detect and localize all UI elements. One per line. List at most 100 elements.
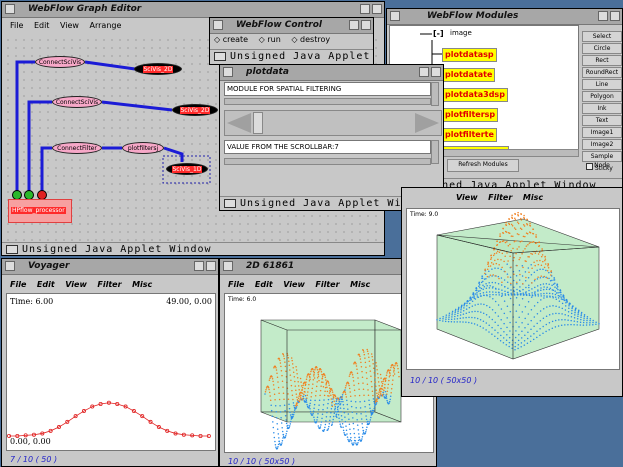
surface-point xyxy=(368,399,370,402)
surface-point xyxy=(570,323,572,326)
surface-point xyxy=(344,434,347,436)
surface-point xyxy=(513,256,515,259)
menu-misc[interactable]: Misc xyxy=(523,193,543,202)
node-scivis-2d-a[interactable]: SciVis_2D xyxy=(134,63,182,75)
node-scivis-1d[interactable]: SciVis_1D xyxy=(166,163,208,175)
scroll-right-arrow-icon[interactable] xyxy=(415,113,439,133)
window-menu-icon[interactable] xyxy=(213,20,223,30)
menu-arrange[interactable]: Arrange xyxy=(90,21,122,30)
window-menu-icon[interactable] xyxy=(223,261,233,271)
surface-point xyxy=(469,299,471,302)
tool-select[interactable]: Select xyxy=(582,31,622,42)
module-plotdatasp[interactable]: plotdatasp xyxy=(442,48,497,62)
tool-line[interactable]: Line xyxy=(582,79,622,90)
module-plotfiltersp[interactable]: plotfiltersp xyxy=(442,108,499,122)
value-scrollbar[interactable] xyxy=(224,110,442,136)
menu-filter[interactable]: Filter xyxy=(488,193,512,202)
value-field[interactable]: VALUE FROM THE SCROLLBAR:7 xyxy=(224,140,431,154)
surface-point xyxy=(481,277,483,279)
menu-misc[interactable]: Misc xyxy=(132,280,152,289)
node-scivis-2d-b[interactable]: SciVis_2D xyxy=(172,104,218,116)
radio-create[interactable]: ◇ create xyxy=(214,35,248,44)
surface-point xyxy=(336,411,338,413)
minimize-icon[interactable] xyxy=(360,4,370,14)
surface-point xyxy=(478,285,480,288)
window-menu-icon[interactable] xyxy=(390,11,400,21)
maximize-icon[interactable] xyxy=(361,20,371,30)
menu-view[interactable]: View xyxy=(456,193,478,202)
tool-rect[interactable]: Rect xyxy=(582,55,622,66)
surface-point xyxy=(463,305,465,307)
maximize-icon[interactable] xyxy=(372,4,382,14)
description-hscroll[interactable] xyxy=(224,98,431,105)
menu-file[interactable]: File xyxy=(228,280,244,289)
surface-point xyxy=(270,409,273,412)
tool-image2[interactable]: Image2 xyxy=(582,139,622,150)
tree-toggle[interactable]: [-] xyxy=(433,29,444,38)
tool-ink[interactable]: Ink xyxy=(582,103,622,114)
voyager-plot-area[interactable]: Time: 6.00 49.00, 0.00 0.00, 0.00 xyxy=(6,293,216,451)
menu-view[interactable]: View xyxy=(283,280,305,289)
surface-point xyxy=(497,267,499,270)
voyager-titlebar[interactable]: Voyager xyxy=(2,259,218,275)
node-connect-filter[interactable]: ConnectFilter xyxy=(52,142,102,154)
radio-run[interactable]: ◇ run xyxy=(259,35,281,44)
module-plotdatate[interactable]: plotdatate xyxy=(442,68,496,82)
graph-editor-titlebar[interactable]: WebFlow Graph Editor xyxy=(2,2,384,18)
surface-point xyxy=(545,315,548,318)
surface-point xyxy=(525,293,528,296)
node-connect-scivis-2[interactable]: ConnectSciVis xyxy=(52,96,102,108)
tool-polygon[interactable]: Polygon xyxy=(582,91,622,102)
surface-point xyxy=(364,361,367,364)
menu-filter[interactable]: Filter xyxy=(315,280,339,289)
maximize-icon[interactable] xyxy=(431,67,441,77)
menu-edit[interactable]: Edit xyxy=(34,21,50,30)
minimize-icon[interactable] xyxy=(194,261,204,271)
menu-file[interactable]: File xyxy=(10,280,26,289)
window-menu-icon[interactable] xyxy=(5,4,15,14)
tree-root-label[interactable]: image xyxy=(450,29,472,37)
scroll-left-arrow-icon[interactable] xyxy=(227,113,251,133)
module-plotdata3dsp[interactable]: plotdata3dsp xyxy=(442,88,508,102)
menu-view[interactable]: View xyxy=(65,280,87,289)
node-plotfiltersj[interactable]: plotfiltersj xyxy=(122,142,164,154)
plotdata-titlebar[interactable]: plotdata xyxy=(220,65,443,81)
surface-point xyxy=(518,246,520,248)
maximize-icon[interactable] xyxy=(206,261,216,271)
tool-sample-node[interactable]: Sample Node xyxy=(582,151,622,169)
surface-point xyxy=(528,256,530,258)
node-connect-scivis-1[interactable]: ConnectSciVis xyxy=(35,56,85,68)
tool-image1[interactable]: Image1 xyxy=(582,127,622,138)
maximize-icon[interactable] xyxy=(610,11,620,21)
minimize-icon[interactable] xyxy=(349,20,359,30)
surface-point xyxy=(451,314,453,316)
menu-filter[interactable]: Filter xyxy=(97,280,121,289)
node-hpflow-processor[interactable]: HPflow_processor xyxy=(8,199,72,223)
menu-view[interactable]: View xyxy=(60,21,79,30)
sticky-checkbox[interactable]: Sticky xyxy=(586,163,613,172)
plot3d-view[interactable]: Time: 9.0 xyxy=(406,208,620,370)
value-vscroll[interactable] xyxy=(431,140,439,164)
tool-roundrect[interactable]: RoundRect xyxy=(582,67,622,78)
tool-circle[interactable]: Circle xyxy=(582,43,622,54)
window-menu-icon[interactable] xyxy=(223,67,233,77)
menu-file[interactable]: File xyxy=(10,21,23,30)
minimize-icon[interactable] xyxy=(598,11,608,21)
tool-text[interactable]: Text xyxy=(582,115,622,126)
description-vscroll[interactable] xyxy=(431,82,439,106)
scroll-thumb[interactable] xyxy=(253,112,263,134)
modules-titlebar[interactable]: WebFlow Modules xyxy=(387,9,622,25)
menu-edit[interactable]: Edit xyxy=(37,280,55,289)
refresh-modules-button[interactable]: Refresh Modules xyxy=(447,159,519,172)
surface-point xyxy=(508,217,510,220)
value-hscroll[interactable] xyxy=(224,158,431,165)
menu-misc[interactable]: Misc xyxy=(350,280,370,289)
surface-point xyxy=(542,332,544,335)
module-plotfilterte[interactable]: plotfilterte xyxy=(442,128,497,142)
minimize-icon[interactable] xyxy=(419,67,429,77)
description-field[interactable]: MODULE FOR SPATIAL FILTERING xyxy=(224,82,431,96)
radio-destroy[interactable]: ◇ destroy xyxy=(291,35,330,44)
window-menu-icon[interactable] xyxy=(5,261,15,271)
control-titlebar[interactable]: WebFlow Control xyxy=(210,18,373,34)
menu-edit[interactable]: Edit xyxy=(255,280,273,289)
